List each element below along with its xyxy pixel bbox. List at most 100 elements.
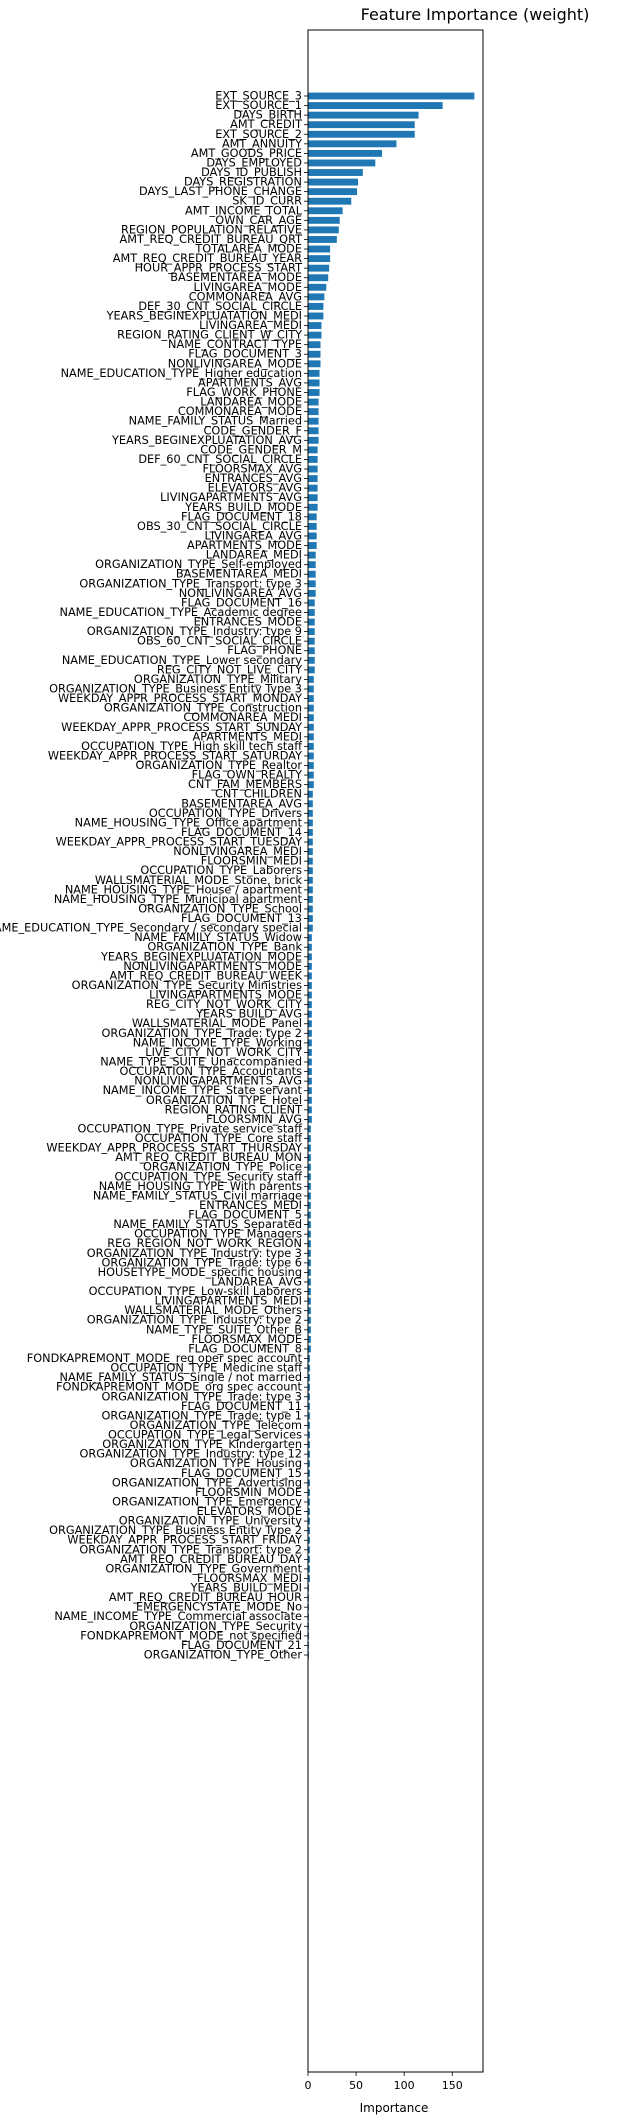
- bar: [308, 188, 358, 196]
- bar: [308, 647, 315, 655]
- chart-svg: Feature Importance (weight) Importance E…: [0, 5, 590, 2115]
- bar: [308, 972, 312, 980]
- bar: [308, 589, 316, 597]
- bar: [308, 876, 313, 884]
- bar: [308, 857, 313, 865]
- bar: [308, 637, 315, 645]
- bar: [308, 1048, 312, 1056]
- bar: [308, 226, 339, 234]
- bar: [308, 790, 313, 798]
- bar: [308, 953, 312, 961]
- bar: [308, 322, 322, 329]
- bar: [308, 675, 314, 683]
- bar: [308, 398, 319, 406]
- bar: [308, 982, 312, 989]
- bar: [308, 714, 314, 722]
- bar: [308, 628, 315, 636]
- x-tick-label: 0: [305, 2079, 312, 2092]
- bar: [308, 446, 318, 454]
- bar: [308, 1001, 312, 1009]
- bar: [308, 207, 343, 215]
- bar: [308, 542, 317, 549]
- bar: [308, 130, 415, 138]
- bar: [308, 781, 314, 789]
- bar: [308, 800, 313, 808]
- bar: [308, 915, 313, 922]
- bar: [308, 723, 314, 731]
- bar: [308, 522, 317, 530]
- bar: [308, 1058, 312, 1066]
- bar: [308, 408, 319, 416]
- bar: [308, 513, 317, 521]
- bar: [308, 255, 331, 263]
- feature-importance-chart: Feature Importance (weight) Importance E…: [0, 0, 640, 2120]
- bar: [308, 867, 313, 875]
- bar: [308, 695, 314, 703]
- bar: [308, 1106, 312, 1114]
- bar: [308, 838, 313, 846]
- bar: [308, 369, 320, 377]
- bar: [308, 341, 321, 349]
- bar: [308, 102, 443, 110]
- bar: [308, 169, 363, 176]
- bar: [308, 1096, 312, 1104]
- category-labels: EXT_SOURCE_3EXT_SOURCE_1DAYS_BIRTHAMT_CR…: [0, 90, 308, 1662]
- bar: [308, 436, 319, 444]
- bar: [308, 924, 313, 932]
- bar: [308, 312, 324, 320]
- bar: [308, 427, 319, 435]
- bar: [308, 1077, 312, 1085]
- bar: [308, 685, 314, 693]
- bar: [308, 704, 314, 712]
- bar: [308, 905, 313, 913]
- bar: [308, 551, 316, 559]
- bar: [308, 121, 415, 129]
- bar: [308, 618, 315, 626]
- bar: [308, 666, 315, 674]
- bar: [308, 962, 312, 970]
- bar: [308, 216, 340, 224]
- bar: [308, 771, 314, 779]
- x-tick-label: 50: [349, 2079, 363, 2092]
- bar: [308, 111, 419, 119]
- x-axis-label: Importance: [360, 2101, 429, 2115]
- bar: [308, 1068, 312, 1076]
- bar: [308, 1039, 312, 1047]
- chart-title: Feature Importance (weight): [361, 5, 590, 24]
- bar: [308, 895, 313, 903]
- bar: [308, 762, 314, 769]
- bar: [308, 140, 397, 148]
- bar: [308, 178, 358, 186]
- bar: [308, 456, 318, 463]
- bar: [308, 503, 318, 511]
- bar: [308, 1115, 312, 1123]
- bar: [308, 819, 313, 827]
- bar: [308, 245, 331, 253]
- bar: [308, 264, 330, 272]
- plot-frame: [307, 29, 484, 2073]
- bar: [308, 149, 383, 157]
- bar: [308, 599, 315, 607]
- bar: [308, 580, 316, 588]
- bar: [308, 829, 313, 836]
- bar: [308, 1020, 312, 1028]
- bar: [308, 532, 317, 540]
- bar: [308, 656, 315, 664]
- bar: [308, 274, 329, 282]
- bar: [308, 283, 327, 291]
- bar: [308, 742, 314, 750]
- bar: [308, 1010, 312, 1018]
- bar: [308, 609, 315, 616]
- bar: [308, 1087, 312, 1095]
- bar: [308, 389, 320, 396]
- bar: [308, 293, 325, 301]
- bar: [308, 561, 316, 569]
- bar: [308, 465, 318, 473]
- bar: [308, 943, 312, 951]
- bar: [308, 379, 320, 387]
- bar: [308, 331, 322, 339]
- bar: [308, 475, 318, 483]
- bar: [308, 733, 314, 741]
- bar: [308, 159, 376, 167]
- bar: [308, 1029, 312, 1037]
